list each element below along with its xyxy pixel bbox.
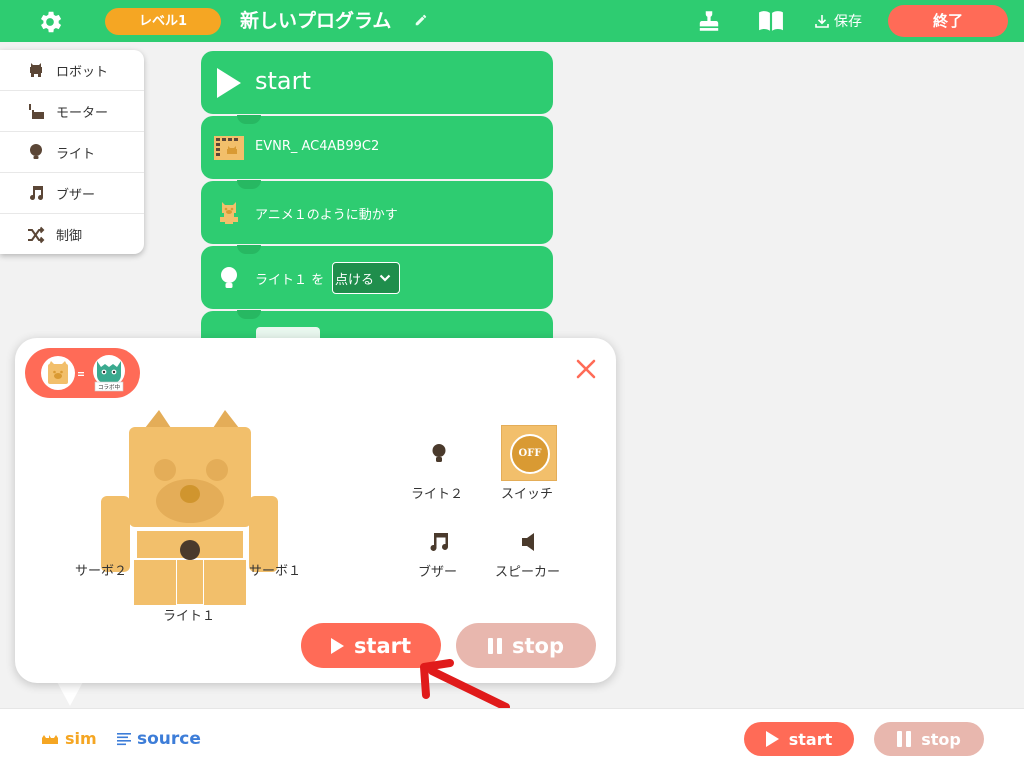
save-button[interactable]: 保存 bbox=[814, 9, 862, 33]
light-action-dropdown[interactable]: 点ける bbox=[332, 262, 400, 294]
palette-item-light[interactable]: ライト bbox=[0, 132, 144, 173]
robot-block-label: EVNR_ AC4AB99C2 bbox=[255, 139, 380, 154]
palette-label: ライト bbox=[56, 146, 96, 162]
link-icon bbox=[78, 372, 84, 376]
robot-board-icon bbox=[214, 136, 244, 160]
bottom-bar: sim source start stop bbox=[0, 708, 1024, 768]
robot-illustration bbox=[101, 410, 278, 605]
buzzer-label: ブザー bbox=[418, 565, 458, 580]
robot-sim-icon bbox=[42, 734, 58, 744]
robot-face-icon bbox=[48, 361, 68, 384]
animation-block-label: アニメ１のように動かす bbox=[255, 208, 398, 223]
speaker-label: スピーカー bbox=[495, 565, 561, 580]
motor-icon bbox=[29, 104, 44, 119]
block-notch bbox=[237, 180, 261, 189]
chevron-down-icon bbox=[379, 274, 391, 282]
top-header: レベル1 新しいプログラム 保存 終了 bbox=[0, 0, 1024, 42]
list-icon bbox=[117, 733, 131, 746]
light-block-label: ライト１ を bbox=[255, 273, 325, 288]
switch-label: スイッチ bbox=[501, 487, 554, 502]
sim-start-label: start bbox=[353, 633, 412, 658]
program-title: 新しいプログラム bbox=[240, 10, 392, 32]
tab-source[interactable]: source bbox=[117, 729, 201, 749]
exit-button[interactable]: 終了 bbox=[888, 5, 1008, 37]
light1-label: ライト１ bbox=[163, 609, 216, 624]
palette-label: ブザー bbox=[56, 187, 96, 203]
light-block[interactable]: ライト１ を 点ける bbox=[201, 245, 553, 309]
dropdown-value: 点ける bbox=[335, 272, 375, 288]
play-icon bbox=[330, 637, 344, 654]
music-note-icon bbox=[430, 533, 448, 551]
pause-icon bbox=[488, 637, 502, 654]
book-icon[interactable] bbox=[758, 9, 784, 33]
palette-item-buzzer[interactable]: ブザー bbox=[0, 173, 144, 214]
pause-icon bbox=[897, 731, 912, 747]
play-icon bbox=[217, 68, 241, 98]
collab-character-avatar[interactable]: コラボ中 bbox=[89, 353, 129, 393]
servo1-label: サーボ１ bbox=[249, 564, 302, 579]
simulator-panel: コラボ中 サーボ２ サーボ１ ライト１ ライト２ OFF スイッチ ブザー スピ… bbox=[15, 338, 616, 683]
gear-icon[interactable] bbox=[36, 8, 64, 36]
bottom-start-label: start bbox=[788, 729, 833, 749]
bulb-icon bbox=[30, 144, 42, 159]
block-notch bbox=[237, 115, 261, 124]
save-label: 保存 bbox=[834, 14, 862, 30]
animation-block[interactable]: アニメ１のように動かす bbox=[201, 180, 553, 244]
block-palette: ロボット モーター ライト ブザー 制御 bbox=[0, 50, 144, 254]
palette-label: モーター bbox=[56, 105, 109, 121]
palette-label: ロボット bbox=[56, 64, 109, 80]
bulb-icon bbox=[221, 267, 237, 288]
light2-label: ライト２ bbox=[411, 487, 464, 502]
robot-figure-icon bbox=[220, 202, 238, 224]
switch-toggle[interactable]: OFF bbox=[501, 425, 557, 481]
download-icon bbox=[815, 15, 829, 28]
bottom-stop-button[interactable]: stop bbox=[874, 722, 984, 756]
start-block[interactable]: start bbox=[201, 51, 553, 114]
tab-sim-label: sim bbox=[65, 729, 97, 748]
palette-item-motor[interactable]: モーター bbox=[0, 91, 144, 132]
sim-panel-tail bbox=[56, 680, 84, 706]
stamp-icon[interactable] bbox=[696, 8, 722, 34]
switch-state: OFF bbox=[510, 434, 550, 474]
close-icon[interactable] bbox=[575, 358, 597, 380]
start-block-label: start bbox=[255, 67, 311, 95]
tab-source-label: source bbox=[137, 729, 201, 749]
level-badge[interactable]: レベル1 bbox=[105, 8, 221, 35]
collab-badge: コラボ中 bbox=[97, 385, 120, 391]
music-note-icon bbox=[30, 186, 44, 201]
robot-avatar[interactable] bbox=[41, 356, 75, 390]
palette-item-robot[interactable]: ロボット bbox=[0, 50, 144, 91]
block-notch bbox=[237, 310, 261, 319]
palette-label: 制御 bbox=[56, 229, 83, 244]
block-notch bbox=[237, 245, 261, 254]
speaker-icon bbox=[522, 533, 534, 551]
sim-stop-label: stop bbox=[512, 633, 564, 658]
shuffle-icon bbox=[28, 226, 45, 243]
pencil-icon[interactable] bbox=[414, 13, 428, 27]
robot-selector[interactable]: コラボ中 bbox=[25, 348, 140, 398]
servo2-label: サーボ２ bbox=[75, 564, 128, 579]
robot-icon bbox=[30, 63, 42, 77]
play-icon bbox=[765, 731, 779, 747]
bottom-stop-label: stop bbox=[921, 729, 961, 749]
palette-item-control[interactable]: 制御 bbox=[0, 214, 144, 255]
robot-block[interactable]: EVNR_ AC4AB99C2 bbox=[201, 115, 553, 179]
bulb-icon bbox=[432, 444, 446, 462]
bottom-start-button[interactable]: start bbox=[744, 722, 854, 756]
tab-sim[interactable]: sim bbox=[40, 729, 97, 748]
